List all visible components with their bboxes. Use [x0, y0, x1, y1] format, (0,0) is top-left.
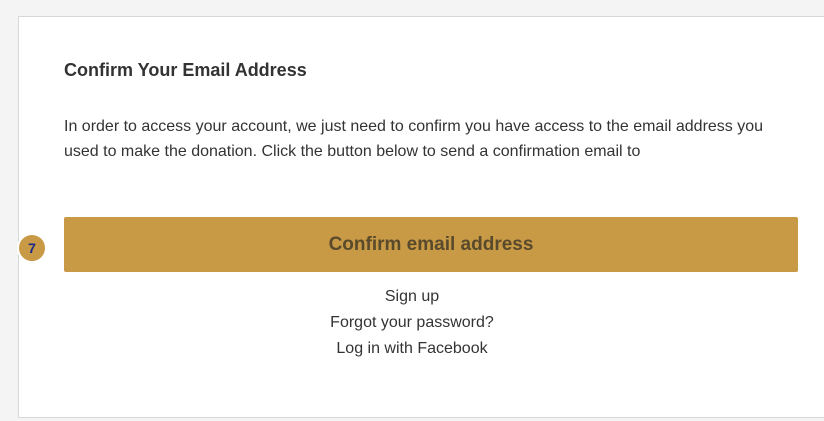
- confirm-description: In order to access your account, we just…: [64, 118, 764, 160]
- confirm-email-button[interactable]: Confirm email address: [64, 217, 798, 272]
- page-title: Confirm Your Email Address: [64, 60, 307, 80]
- account-links: Sign up Forgot your password? Log in wit…: [0, 284, 824, 362]
- sign-up-link[interactable]: Sign up: [0, 284, 824, 310]
- page: Confirm Your Email Address In order to a…: [0, 0, 824, 421]
- forgot-password-link[interactable]: Forgot your password?: [0, 310, 824, 336]
- facebook-login-link[interactable]: Log in with Facebook: [0, 336, 824, 362]
- step-marker-badge: 7: [17, 233, 47, 263]
